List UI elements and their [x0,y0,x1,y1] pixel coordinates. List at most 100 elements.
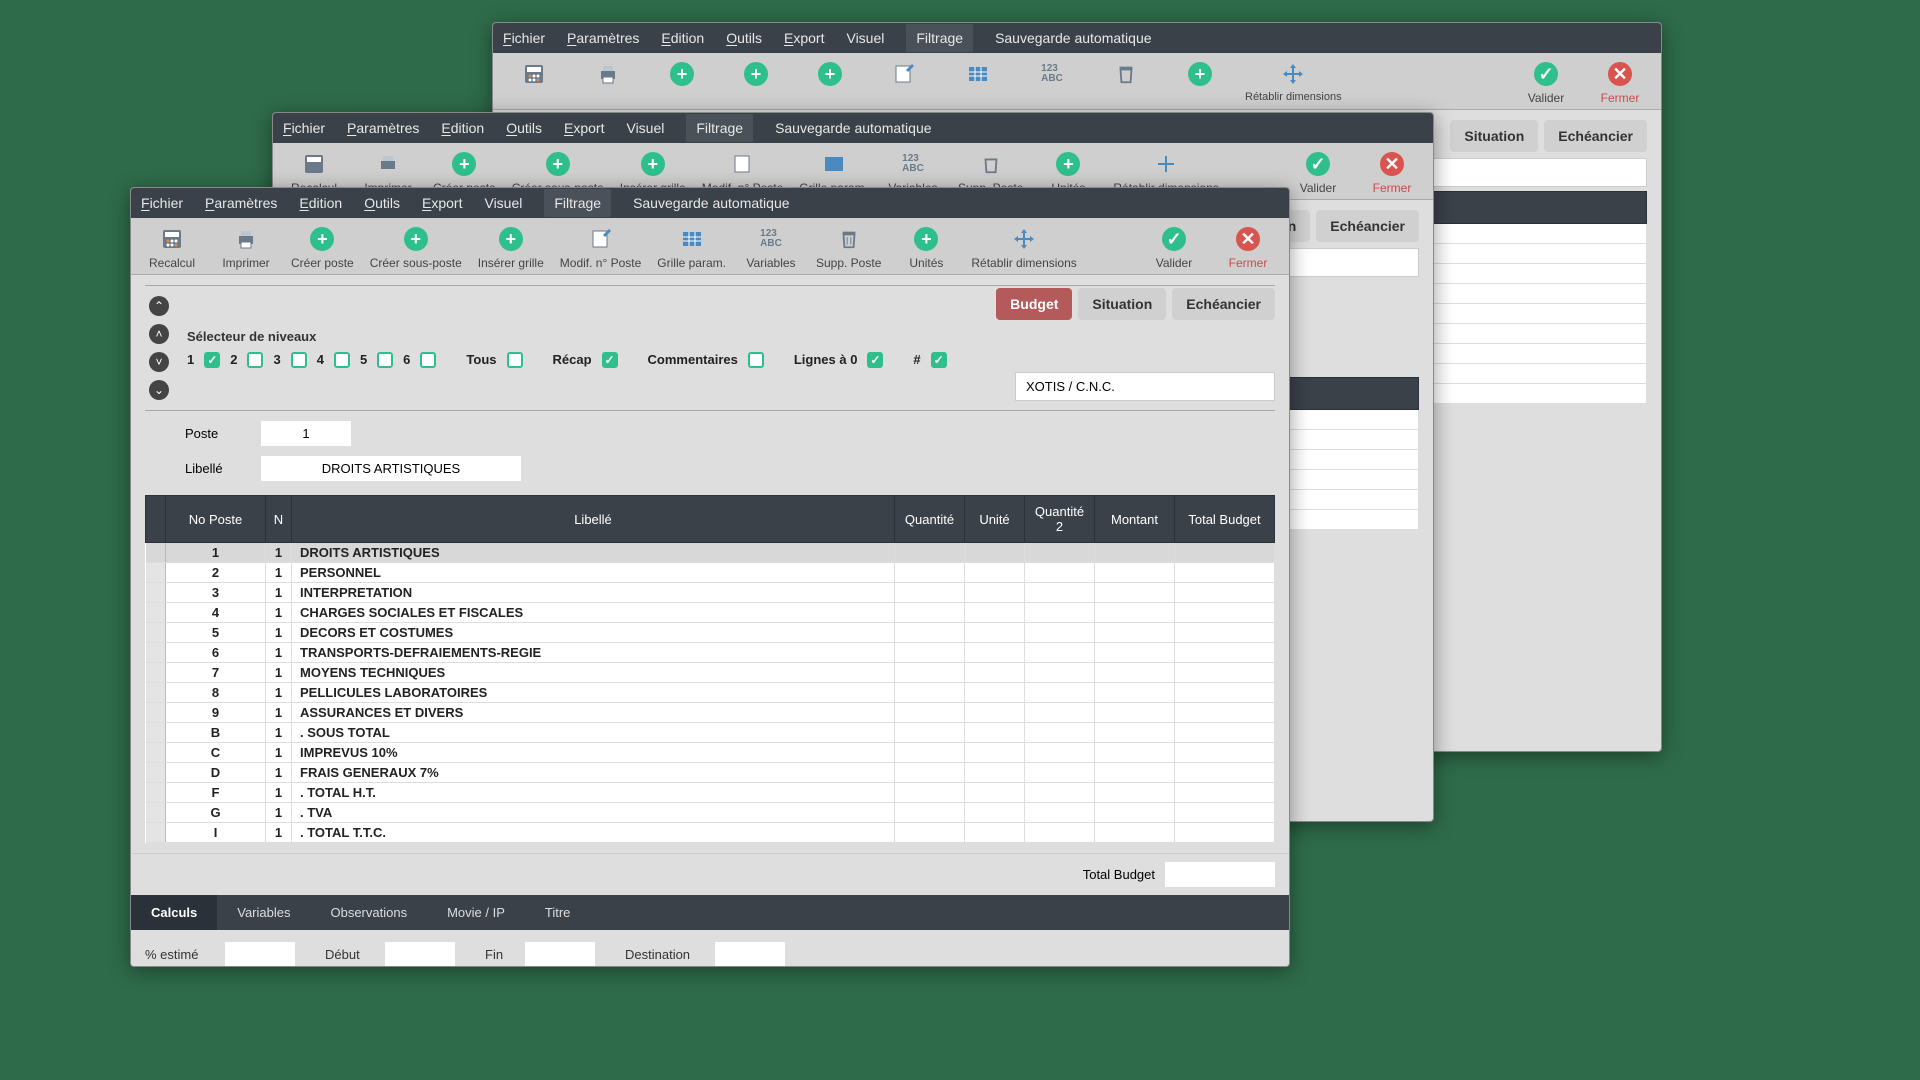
recap-checkbox[interactable] [602,352,618,368]
bottom-tabs[interactable]: Calculs Variables Observations Movie / I… [131,895,1289,930]
menu-edition[interactable]: Edition [299,195,342,211]
toolbar-retablir[interactable]: Rétablir dimensions [1239,59,1348,105]
menu-visuel[interactable]: Visuel [484,195,522,211]
table-row[interactable]: 71MOYENS TECHNIQUES [146,663,1275,683]
btab-titre[interactable]: Titre [525,895,591,930]
level-checkbox-5[interactable] [377,352,393,368]
tab-echeancier[interactable]: Echéancier [1544,120,1647,152]
level-checkbox-4[interactable] [334,352,350,368]
pct-estime-input[interactable] [225,942,295,967]
table-row[interactable]: C1IMPREVUS 10% [146,743,1275,763]
menu-outils[interactable]: Outils [506,120,542,136]
menu-parametres[interactable]: Paramètres [567,30,639,46]
total-budget-input[interactable] [1165,862,1275,887]
menu-fichier[interactable]: Fichier [141,195,183,211]
hash-checkbox[interactable] [931,352,947,368]
menu-sauvegarde[interactable]: Sauvegarde automatique [775,120,931,136]
toolbar-variables[interactable]: 123ABC [1017,59,1087,89]
nav-down-icon[interactable]: ˅ [149,352,169,372]
col-quantite2[interactable]: Quantité 2 [1025,496,1095,543]
fin-input[interactable] [525,942,595,967]
toolbar-imprimer[interactable]: Imprimer [211,224,281,272]
toolbar-recalcul[interactable]: Recalcul [137,224,207,272]
btab-variables[interactable]: Variables [217,895,310,930]
menu-filtrage[interactable]: Filtrage [906,24,973,52]
table-row[interactable]: 91ASSURANCES ET DIVERS [146,703,1275,723]
menu-sauvegarde[interactable]: Sauvegarde automatique [633,195,789,211]
lignes0-checkbox[interactable] [867,352,883,368]
table-row[interactable]: F1. TOTAL H.T. [146,783,1275,803]
col-quantite[interactable]: Quantité [895,496,965,543]
toolbar-modif-poste[interactable] [869,59,939,89]
toolbar-grille-param[interactable] [943,59,1013,89]
tab-situation[interactable]: Situation [1078,288,1166,320]
level-checkbox-6[interactable] [420,352,436,368]
menu-edition[interactable]: Edition [661,30,704,46]
col-total-budget[interactable]: Total Budget [1175,496,1275,543]
btab-movie[interactable]: Movie / IP [427,895,525,930]
toolbar-valider[interactable]: ✓Valider [1139,224,1209,272]
toolbar-variables[interactable]: 123ABCVariables [736,224,806,272]
tab-situation[interactable]: Situation [1450,120,1538,152]
table-row[interactable]: 61TRANSPORTS-DEFRAIEMENTS-REGIE [146,643,1275,663]
btab-calculs[interactable]: Calculs [131,895,217,930]
btab-observations[interactable]: Observations [310,895,427,930]
menu-export[interactable]: Export [564,120,604,136]
menu-outils[interactable]: Outils [726,30,762,46]
menu-fichier[interactable]: Fichier [283,120,325,136]
level-checkbox-2[interactable] [247,352,263,368]
debut-input[interactable] [385,942,455,967]
menu-filtrage[interactable]: Filtrage [686,114,753,142]
menu-parametres[interactable]: Paramètres [347,120,419,136]
col-n[interactable]: N [266,496,292,543]
toolbar-supp-poste[interactable] [1091,59,1161,89]
menu-fichier[interactable]: FFichierichier [503,30,545,46]
menubar[interactable]: Fichier Paramètres Edition Outils Export… [273,113,1433,143]
libelle-input[interactable] [261,456,521,481]
tab-echeancier[interactable]: Echéancier [1316,210,1419,242]
table-row[interactable]: 31INTERPRETATION [146,583,1275,603]
menu-edition[interactable]: Edition [441,120,484,136]
table-row[interactable]: 21PERSONNEL [146,563,1275,583]
toolbar-valider[interactable]: ✓Valider [1511,59,1581,107]
toolbar-fermer[interactable]: ✕Fermer [1585,59,1655,107]
toolbar-valider[interactable]: ✓Valider [1283,149,1353,197]
toolbar-creer-sous-poste[interactable]: +Créer sous-poste [364,224,468,272]
toolbar-supp-poste[interactable]: Supp. Poste [810,224,887,272]
menu-outils[interactable]: Outils [364,195,400,211]
table-row[interactable]: 41CHARGES SOCIALES ET FISCALES [146,603,1275,623]
toolbar-grille-param[interactable]: Grille param. [651,224,732,272]
toolbar-fermer[interactable]: ✕Fermer [1357,149,1427,197]
col-montant[interactable]: Montant [1095,496,1175,543]
toolbar-unites[interactable]: + [1165,59,1235,89]
level-checkbox-1[interactable] [204,352,220,368]
table-row[interactable]: 11DROITS ARTISTIQUES [146,543,1275,563]
toolbar-fermer[interactable]: ✕Fermer [1213,224,1283,272]
col-no-poste[interactable]: No Poste [166,496,266,543]
menu-parametres[interactable]: Paramètres [205,195,277,211]
toolbar-inserer-grille[interactable]: +Insérer grille [472,224,550,272]
menu-visuel[interactable]: Visuel [626,120,664,136]
table-row[interactable]: 81PELLICULES LABORATOIRES [146,683,1275,703]
table-row[interactable]: G1. TVA [146,803,1275,823]
menu-visuel[interactable]: Visuel [846,30,884,46]
menu-sauvegarde[interactable]: Sauvegarde automatique [995,30,1151,46]
nav-bottom-icon[interactable]: ⌄ [149,380,169,400]
col-libelle[interactable]: Libellé [292,496,895,543]
table-row[interactable]: B1. SOUS TOTAL [146,723,1275,743]
nav-top-icon[interactable]: ⌃ [149,296,169,316]
menu-export[interactable]: Export [784,30,824,46]
menubar[interactable]: Fichier Paramètres Edition Outils Export… [131,188,1289,218]
level-checkbox-3[interactable] [291,352,307,368]
col-unite[interactable]: Unité [965,496,1025,543]
destination-input[interactable] [715,942,785,967]
poste-input[interactable] [261,421,351,446]
menubar[interactable]: FFichierichier Paramètres Edition Outils… [493,23,1661,53]
data-grid[interactable]: No Poste N Libellé Quantité Unité Quanti… [145,495,1275,843]
menu-filtrage[interactable]: Filtrage [544,189,611,217]
toolbar-creer-poste[interactable]: +Créer poste [285,224,360,272]
toolbar-inserer-grille[interactable]: + [795,59,865,89]
toolbar-retablir[interactable]: Rétablir dimensions [965,224,1082,272]
table-row[interactable]: I1. TOTAL T.T.C. [146,823,1275,843]
tab-echeancier[interactable]: Echéancier [1172,288,1275,320]
